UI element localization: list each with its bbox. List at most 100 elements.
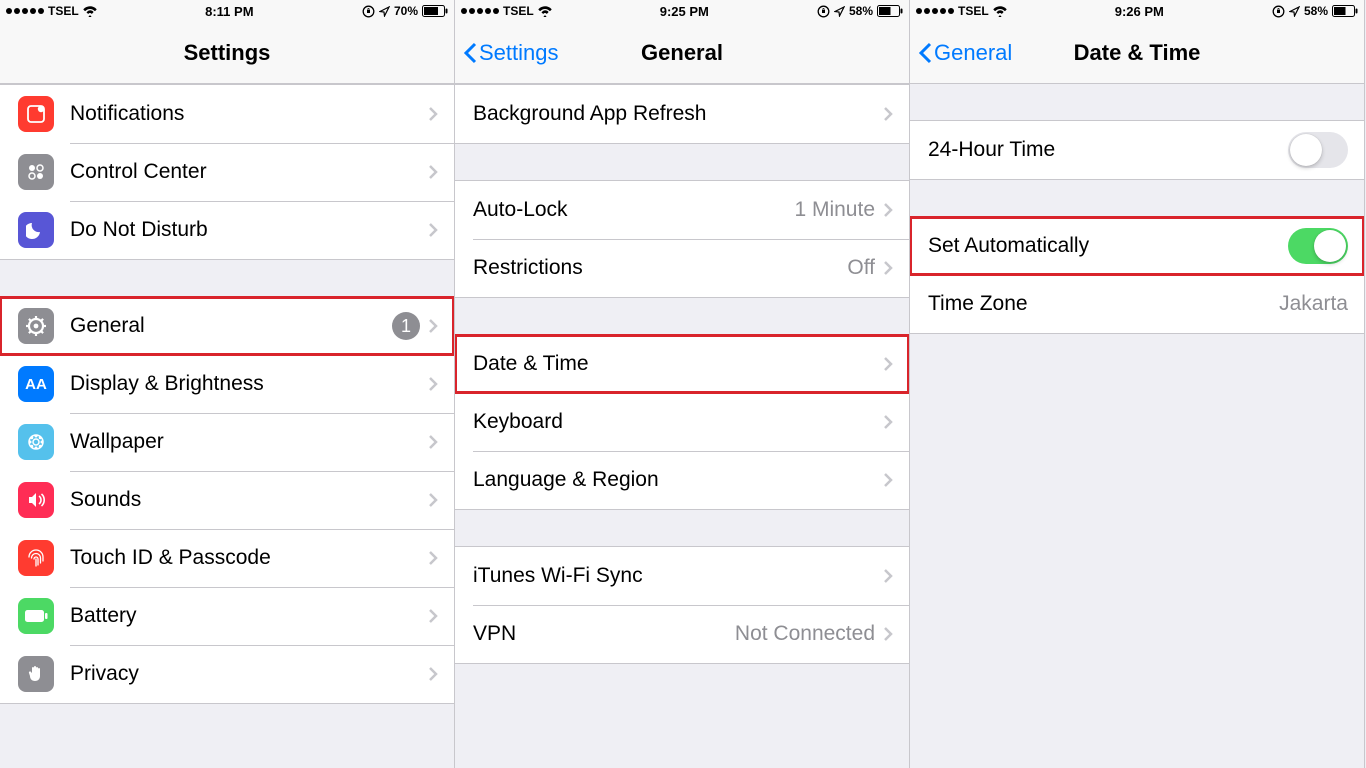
datetime-list: 24-Hour Time Set Automatically Time Zone… [910,84,1364,768]
chevron-right-icon [428,550,438,566]
cell-label: Wallpaper [70,430,428,454]
status-time: 9:26 PM [1115,4,1164,19]
cell-label: General [70,314,392,338]
settings-list: Notifications Control Center Do Not Dist… [0,84,454,768]
back-label: General [934,40,1012,66]
cell-label: Battery [70,604,428,628]
cell-notifications[interactable]: Notifications [0,85,454,143]
cell-detail: Off [847,256,875,280]
status-time: 8:11 PM [205,4,253,19]
cell-label: Control Center [70,160,428,184]
signal-dots-icon [461,8,499,14]
nav-bar: Settings General [455,22,909,84]
cell-detail: 1 Minute [794,198,875,222]
screen-general: TSEL 9:25 PM 58% Settings General [455,0,910,768]
carrier-label: TSEL [48,4,79,18]
cell-set-automatically[interactable]: Set Automatically [910,217,1364,275]
location-icon [1289,6,1300,17]
cell-label: VPN [473,622,735,646]
chevron-right-icon [428,164,438,180]
cell-wallpaper[interactable]: Wallpaper [0,413,454,471]
battery-percent: 58% [849,4,873,18]
switch-24-hour[interactable] [1288,132,1348,168]
rotation-lock-icon [817,5,830,18]
screen-settings: TSEL 8:11 PM 70% Settings [0,0,455,768]
battery-icon [18,598,54,634]
carrier-label: TSEL [958,4,989,18]
switch-set-automatically[interactable] [1288,228,1348,264]
cell-auto-lock[interactable]: Auto-Lock 1 Minute [455,181,909,239]
cell-label: Keyboard [473,410,883,434]
cell-restrictions[interactable]: Restrictions Off [455,239,909,297]
status-time: 9:25 PM [660,4,709,19]
cell-label: Notifications [70,102,428,126]
location-icon [834,6,845,17]
cell-privacy[interactable]: Privacy [0,645,454,703]
cell-label: Sounds [70,488,428,512]
back-label: Settings [479,40,559,66]
cell-language-region[interactable]: Language & Region [455,451,909,509]
cell-time-zone[interactable]: Time Zone Jakarta [910,275,1364,333]
cell-vpn[interactable]: VPN Not Connected [455,605,909,663]
cell-do-not-disturb[interactable]: Do Not Disturb [0,201,454,259]
battery-icon [422,5,448,17]
nav-bar: Settings [0,22,454,84]
chevron-right-icon [428,318,438,334]
chevron-right-icon [883,106,893,122]
cell-keyboard[interactable]: Keyboard [455,393,909,451]
gear-icon [18,308,54,344]
cell-label: Set Automatically [928,234,1288,258]
screen-date-time: TSEL 9:26 PM 58% General Date & Time [910,0,1365,768]
wifi-icon [538,6,552,17]
chevron-right-icon [428,376,438,392]
carrier-label: TSEL [503,4,534,18]
chevron-right-icon [428,434,438,450]
cell-label: Do Not Disturb [70,218,428,242]
chevron-right-icon [428,666,438,682]
chevron-right-icon [883,414,893,430]
chevron-right-icon [883,568,893,584]
cell-label: Background App Refresh [473,102,883,126]
cell-label: Language & Region [473,468,883,492]
cell-control-center[interactable]: Control Center [0,143,454,201]
badge: 1 [392,312,420,340]
cell-battery[interactable]: Battery [0,587,454,645]
cell-touch-id-passcode[interactable]: Touch ID & Passcode [0,529,454,587]
cell-display-brightness[interactable]: AA Display & Brightness [0,355,454,413]
status-bar: TSEL 9:26 PM 58% [910,0,1364,22]
cell-itunes-wifi-sync[interactable]: iTunes Wi-Fi Sync [455,547,909,605]
cell-background-app-refresh[interactable]: Background App Refresh [455,85,909,143]
cell-date-time[interactable]: Date & Time [455,335,909,393]
location-icon [379,6,390,17]
back-button[interactable]: Settings [455,40,559,66]
back-button[interactable]: General [910,40,1012,66]
nav-bar: General Date & Time [910,22,1364,84]
hand-icon [18,656,54,692]
cell-sounds[interactable]: Sounds [0,471,454,529]
battery-icon [877,5,903,17]
cell-label: Date & Time [473,352,883,376]
cell-general[interactable]: General 1 [0,297,454,355]
control-center-icon [18,154,54,190]
chevron-right-icon [883,472,893,488]
battery-percent: 70% [394,4,418,18]
chevron-right-icon [883,626,893,642]
notifications-icon [18,96,54,132]
status-bar: TSEL 8:11 PM 70% [0,0,454,22]
cell-label: Restrictions [473,256,847,280]
wifi-icon [83,6,97,17]
fingerprint-icon [18,540,54,576]
battery-icon [1332,5,1358,17]
cell-label: Privacy [70,662,428,686]
chevron-right-icon [428,608,438,624]
cell-detail: Not Connected [735,622,875,646]
cell-label: Time Zone [928,292,1279,316]
cell-24-hour-time[interactable]: 24-Hour Time [910,121,1364,179]
cell-label: Touch ID & Passcode [70,546,428,570]
display-icon: AA [18,366,54,402]
chevron-right-icon [428,106,438,122]
cell-label: Auto-Lock [473,198,794,222]
cell-label: Display & Brightness [70,372,428,396]
chevron-right-icon [428,222,438,238]
wifi-icon [993,6,1007,17]
